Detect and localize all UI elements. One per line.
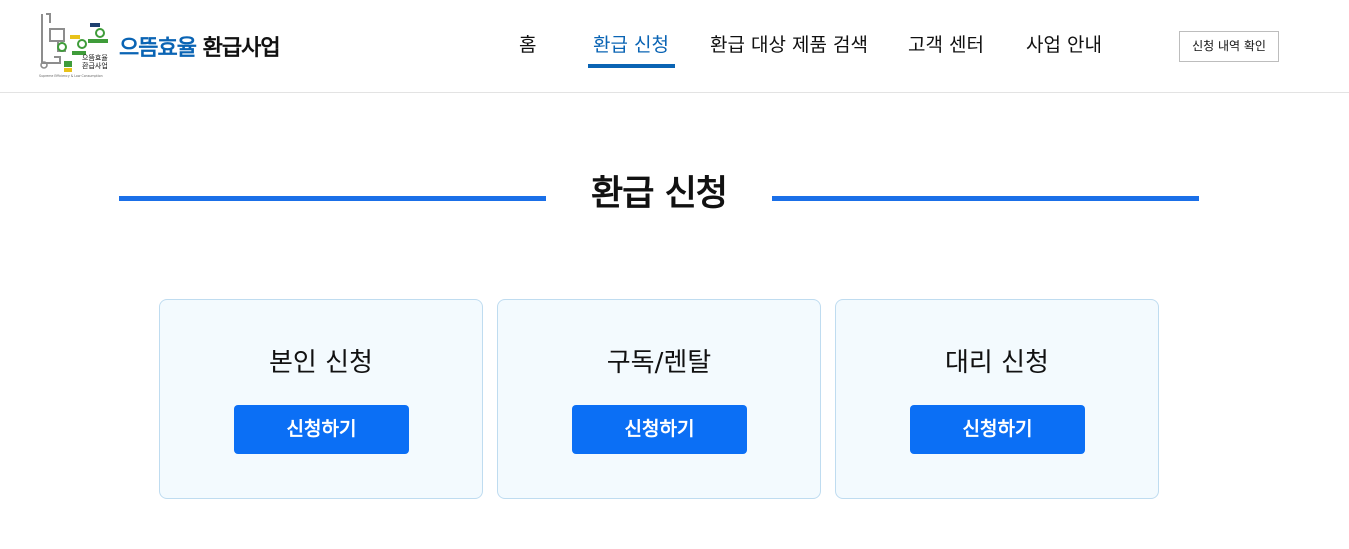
- nav-active-indicator: [588, 64, 675, 68]
- svg-text:Supreme Efficiency & Low Consu: Supreme Efficiency & Low Consumption: [39, 74, 103, 78]
- card-proxy-apply: 대리 신청 신청하기: [835, 299, 1159, 499]
- card-self-apply: 본인 신청 신청하기: [159, 299, 483, 499]
- card-title: 구독/렌탈: [606, 348, 712, 378]
- section-rule-left: [119, 196, 546, 201]
- page-title: 환급 신청: [591, 174, 728, 214]
- proxy-apply-button[interactable]: 신청하기: [910, 405, 1085, 454]
- nav-item-product-search[interactable]: 환급 대상 제품 검색: [710, 30, 868, 57]
- nav-item-customer-center[interactable]: 고객 센터: [908, 30, 984, 57]
- card-subscription-rental: 구독/렌탈 신청하기: [497, 299, 821, 499]
- application-history-button[interactable]: 신청 내역 확인: [1179, 31, 1279, 62]
- site-header: 으뜸효율 환급사업 Supreme Efficiency & Low Consu…: [0, 0, 1349, 93]
- nav-item-refund-apply[interactable]: 환급 신청: [593, 30, 669, 57]
- card-title: 대리 신청: [945, 348, 1049, 378]
- subscription-rental-apply-button[interactable]: 신청하기: [572, 405, 747, 454]
- section-rule-right: [772, 196, 1199, 201]
- self-apply-button[interactable]: 신청하기: [234, 405, 409, 454]
- nav-item-business-info[interactable]: 사업 안내: [1026, 30, 1102, 57]
- card-title: 본인 신청: [269, 348, 373, 378]
- nav-item-home[interactable]: 홈: [519, 30, 536, 57]
